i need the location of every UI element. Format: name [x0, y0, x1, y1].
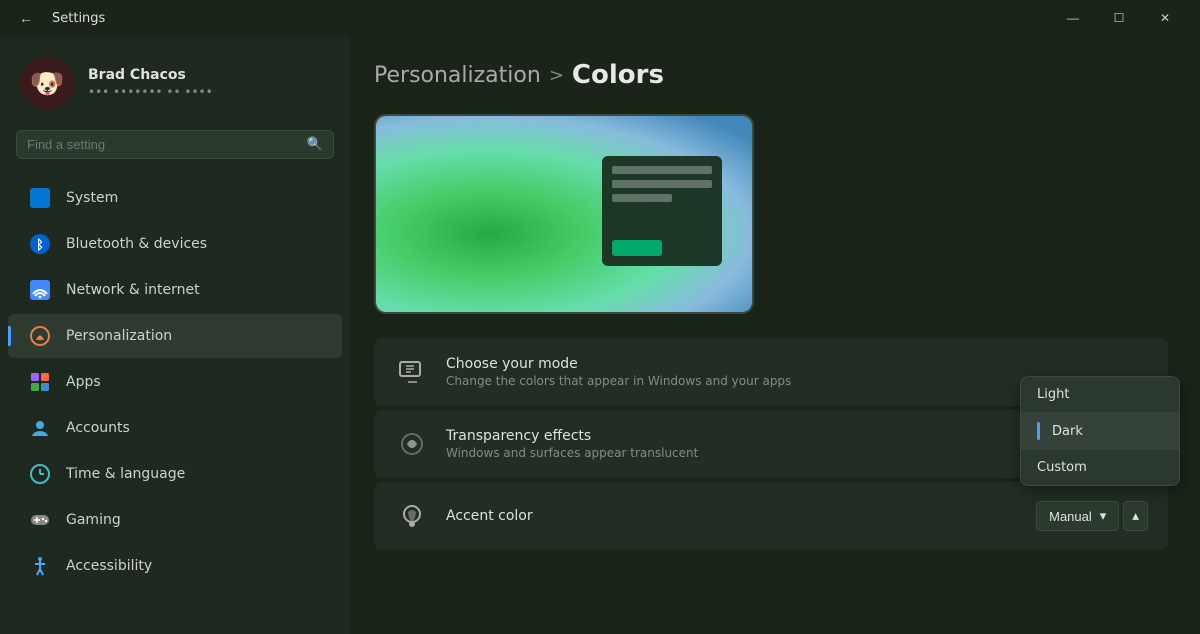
- mode-option-light[interactable]: Light: [1021, 377, 1179, 412]
- sidebar-item-label: System: [66, 190, 118, 206]
- sidebar-item-label: Accessibility: [66, 558, 152, 574]
- accent-control: Manual ▾ ▴: [1036, 501, 1148, 531]
- avatar: 🐶: [20, 56, 74, 110]
- accent-content: Accent color: [446, 508, 1020, 524]
- sidebar-item-label: Network & internet: [66, 282, 200, 298]
- user-info: Brad Chacos ••• ••••••• •• ••••: [88, 67, 213, 99]
- breadcrumb-separator: >: [549, 65, 564, 86]
- preview-wallpaper: [376, 116, 752, 312]
- sidebar-item-accessibility[interactable]: Accessibility: [8, 544, 342, 588]
- accessibility-icon: [28, 554, 52, 578]
- user-email: ••• ••••••• •• ••••: [88, 85, 213, 99]
- breadcrumb-parent: Personalization: [374, 63, 541, 88]
- accounts-icon: [28, 416, 52, 440]
- time-icon: [28, 462, 52, 486]
- accent-expand-button[interactable]: ▴: [1123, 501, 1148, 531]
- network-icon: [28, 278, 52, 302]
- sidebar-item-gaming[interactable]: Gaming: [8, 498, 342, 542]
- chevron-down-icon: ▾: [1100, 508, 1107, 524]
- sidebar-item-system[interactable]: System: [8, 176, 342, 220]
- main-panel: Personalization > Colors: [350, 36, 1200, 634]
- mode-option-dark[interactable]: Dark: [1021, 412, 1179, 450]
- chevron-up-icon: ▴: [1132, 508, 1139, 524]
- sidebar-item-bluetooth[interactable]: ᛒ Bluetooth & devices: [8, 222, 342, 266]
- minimize-button[interactable]: —: [1050, 0, 1096, 36]
- close-button[interactable]: ✕: [1142, 0, 1188, 36]
- breadcrumb-current: Colors: [572, 60, 664, 90]
- selected-indicator: [1037, 422, 1040, 440]
- search-input[interactable]: [27, 137, 299, 152]
- accent-icon: [394, 498, 430, 534]
- accent-dropdown: Manual ▾ ▴: [1036, 501, 1148, 531]
- preview-window: [602, 156, 722, 266]
- mode-dropdown: Light Dark Custom: [1020, 376, 1180, 486]
- system-icon: [28, 186, 52, 210]
- accent-dropdown-button[interactable]: Manual ▾: [1036, 501, 1119, 531]
- sidebar-item-label: Accounts: [66, 420, 130, 436]
- titlebar: ← Settings — ☐ ✕: [0, 0, 1200, 36]
- sidebar-item-label: Time & language: [66, 466, 185, 482]
- preview-line-2: [612, 180, 712, 188]
- sidebar-item-time[interactable]: Time & language: [8, 452, 342, 496]
- preview-line-3: [612, 194, 672, 202]
- bluetooth-icon: ᛒ: [28, 232, 52, 256]
- sidebar-item-accounts[interactable]: Accounts: [8, 406, 342, 450]
- nav-items: System ᛒ Bluetooth & devices: [0, 171, 350, 593]
- sidebar: 🐶 Brad Chacos ••• ••••••• •• •••• 🔍 Syst…: [0, 36, 350, 634]
- mode-option-label: Custom: [1037, 460, 1087, 475]
- maximize-button[interactable]: ☐: [1096, 0, 1142, 36]
- mode-icon: [394, 354, 430, 390]
- accent-dropdown-label: Manual: [1049, 509, 1092, 524]
- sidebar-item-label: Gaming: [66, 512, 121, 528]
- sidebar-item-apps[interactable]: Apps: [8, 360, 342, 404]
- transparency-title: Transparency effects: [446, 428, 1062, 444]
- search-icon: 🔍: [307, 137, 323, 152]
- accent-title: Accent color: [446, 508, 1020, 524]
- mode-title: Choose your mode: [446, 356, 1148, 372]
- mode-option-label: Dark: [1052, 424, 1083, 439]
- sidebar-item-label: Personalization: [66, 328, 172, 344]
- titlebar-controls: ← Settings: [12, 4, 105, 32]
- gaming-icon: [28, 508, 52, 532]
- user-name: Brad Chacos: [88, 67, 213, 83]
- transparency-content: Transparency effects Windows and surface…: [446, 428, 1062, 460]
- titlebar-title: Settings: [52, 11, 105, 26]
- mode-option-label: Light: [1037, 387, 1069, 402]
- search-box: 🔍: [16, 130, 334, 159]
- transparency-icon: [394, 426, 430, 462]
- breadcrumb: Personalization > Colors: [374, 60, 1168, 90]
- back-button[interactable]: ←: [12, 4, 40, 32]
- sidebar-item-label: Apps: [66, 374, 101, 390]
- window-controls: — ☐ ✕: [1050, 0, 1188, 36]
- svg-text:ᛒ: ᛒ: [36, 238, 44, 253]
- sidebar-item-network[interactable]: Network & internet: [8, 268, 342, 312]
- sidebar-item-label: Bluetooth & devices: [66, 236, 207, 252]
- transparency-desc: Windows and surfaces appear translucent: [446, 446, 1062, 460]
- sidebar-item-personalization[interactable]: Personalization: [8, 314, 342, 358]
- app-body: 🐶 Brad Chacos ••• ••••••• •• •••• 🔍 Syst…: [0, 36, 1200, 634]
- preview-button: [612, 240, 662, 256]
- preview-line-1: [612, 166, 712, 174]
- search-container: 🔍: [0, 126, 350, 171]
- user-profile: 🐶 Brad Chacos ••• ••••••• •• ••••: [0, 36, 350, 126]
- mode-option-custom[interactable]: Custom: [1021, 450, 1179, 485]
- accent-row: Accent color Manual ▾ ▴: [374, 482, 1168, 550]
- apps-icon: [28, 370, 52, 394]
- preview-container: [374, 114, 754, 314]
- personalization-icon: [28, 324, 52, 348]
